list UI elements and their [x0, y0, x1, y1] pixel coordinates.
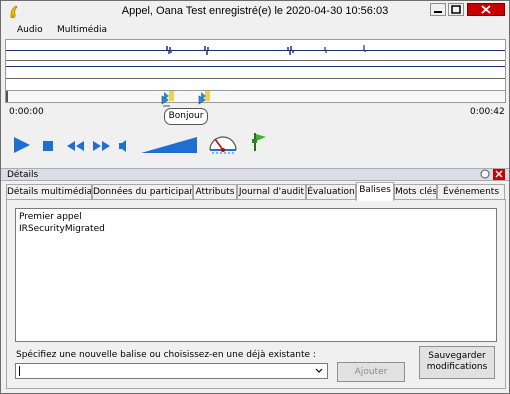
tab-attributes[interactable]: Attributs — [193, 184, 237, 200]
maximize-button[interactable] — [448, 3, 464, 16]
minimize-button[interactable] — [430, 3, 446, 16]
time-end: 0:00:42 — [470, 107, 505, 117]
bookmark-icon[interactable] — [159, 94, 173, 108]
add-tag-button[interactable]: Ajouter — [337, 362, 405, 382]
tag-item[interactable]: Premier appel — [19, 211, 493, 223]
stop-icon[interactable] — [41, 139, 55, 153]
title-bar: Appel, Oana Test enregistré(e) le 2020-0… — [1, 1, 509, 23]
tag-combobox[interactable] — [15, 363, 328, 379]
minimize-icon — [434, 11, 442, 13]
volume-slider[interactable] — [139, 135, 201, 155]
menu-audio[interactable]: Audio — [17, 25, 43, 35]
save-changes-button[interactable]: Sauvegarder modifications — [419, 346, 495, 379]
recording-window: Appel, Oana Test enregistré(e) le 2020-0… — [0, 0, 510, 394]
chevron-down-icon[interactable] — [314, 366, 324, 376]
tag-item[interactable]: IRSecurityMigrated — [19, 223, 493, 235]
menu-multimedia[interactable]: Multimédia — [57, 25, 107, 35]
playhead[interactable] — [6, 91, 8, 102]
details-close-icon[interactable] — [493, 169, 505, 180]
tab-keywords[interactable]: Mots clés — [394, 184, 437, 200]
maximize-icon — [451, 5, 461, 14]
tag-prompt-label: Spécifiez une nouvelle balise ou choisis… — [16, 350, 316, 360]
tab-audit-log[interactable]: Journal d'audit — [237, 184, 306, 200]
play-icon[interactable] — [11, 135, 33, 155]
close-button[interactable] — [467, 3, 505, 16]
tab-events[interactable]: Événements — [437, 184, 505, 200]
close-icon — [481, 5, 491, 14]
rewind-icon[interactable] — [65, 139, 87, 153]
pin-icon[interactable] — [479, 169, 491, 180]
fast-forward-icon[interactable] — [91, 139, 113, 153]
details-tabs: Détails multimédia Données du participan… — [5, 182, 506, 201]
bookmark-icon[interactable] — [196, 94, 210, 108]
waveform-bursts — [166, 45, 366, 55]
tab-details-multimedia[interactable]: Détails multimédia — [6, 184, 92, 200]
flag-icon[interactable] — [249, 131, 269, 153]
time-start: 0:00:00 — [9, 107, 44, 117]
volume-icon[interactable] — [117, 138, 131, 154]
details-header: Détails — [1, 168, 509, 181]
tab-evaluation[interactable]: Évaluation — [306, 184, 356, 200]
speed-gauge-icon[interactable] — [207, 132, 239, 160]
timeline-bar[interactable] — [5, 90, 506, 103]
waveform-view[interactable] — [5, 39, 506, 91]
marker-tooltip: Bonjour — [164, 108, 208, 125]
tags-panel: Premier appel IRSecurityMigrated Spécifi… — [6, 199, 506, 389]
tag-list[interactable]: Premier appel IRSecurityMigrated — [15, 208, 497, 342]
menu-bar: Audio Multimédia — [1, 23, 509, 39]
tab-tags[interactable]: Balises — [356, 182, 394, 201]
text-cursor — [19, 366, 20, 376]
details-label: Détails — [7, 170, 39, 180]
tab-participant-data[interactable]: Données du participant — [92, 184, 193, 200]
